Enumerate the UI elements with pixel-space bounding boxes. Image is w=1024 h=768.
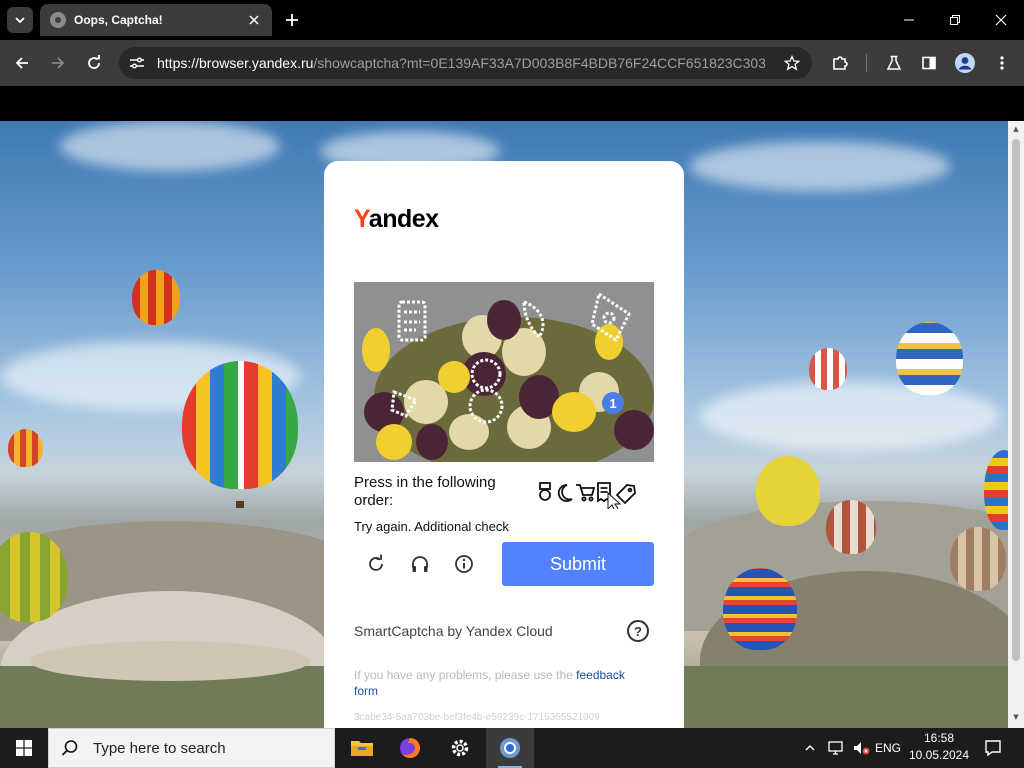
url-text: https://browser.yandex.ru/showcaptcha?mt… [157,55,765,71]
problems-text: If you have any problems, please use the… [354,667,644,699]
minimize-icon [904,19,914,21]
side-panel-icon [922,56,936,70]
gear-icon [451,739,469,757]
new-tab-button[interactable] [280,8,304,32]
selection-badge-number: 1 [609,396,616,411]
headphones-icon [412,556,428,572]
labs-button[interactable] [881,50,907,76]
firefox-icon [400,738,420,758]
captcha-card: Yandex 1 Press in the following order: T… [324,161,684,741]
taskbar-clock[interactable]: 16:58 10.05.2024 [906,730,972,764]
problems-prefix: If you have any problems, please use the [354,668,577,682]
menu-button[interactable] [989,50,1015,76]
plus-icon [286,14,298,26]
bookmark-star-icon[interactable] [782,53,802,73]
back-button[interactable] [9,50,35,76]
avatar-icon [955,53,975,73]
arrow-left-icon [15,57,28,69]
url-path: /showcaptcha?mt=0E139AF33A7D003B8F4BDB76… [313,55,765,71]
cart-icon [576,484,596,502]
clock-time: 16:58 [923,731,955,745]
start-button[interactable] [0,728,48,768]
tag-icon [615,484,636,505]
taskbar-chrome[interactable] [486,728,534,768]
close-window-button[interactable] [986,6,1016,34]
flower-bouquet-image: 1 [354,282,654,462]
puzzle-icon [833,56,848,70]
globe-icon [50,12,66,28]
medal-icon [539,482,551,501]
tab-title: Oops, Captcha! [74,13,163,27]
bookmarks-area [0,86,1024,121]
side-panel-button[interactable] [916,50,942,76]
yandex-logo: Yandex [354,205,439,234]
captcha-token: 3cabe34-5aa703be-bef3fe4b-e59239c-171536… [354,712,600,723]
smartcaptcha-brand: SmartCaptcha by Yandex Cloud [354,623,553,639]
restore-icon [950,15,960,25]
reload-button[interactable] [81,50,107,76]
chevron-up-icon [805,744,815,751]
folder-icon [351,741,373,756]
logo-rest: andex [368,205,439,233]
minimize-button[interactable] [894,6,924,34]
clock-date: 10.05.2024 [908,748,970,762]
page-scrollbar[interactable]: ▲ ▼ [1008,121,1024,728]
submit-button[interactable]: Submit [502,542,654,586]
chevron-down-icon [15,17,25,24]
language-indicator: ENG [874,741,901,755]
browser-toolbar: https://browser.yandex.ru/showcaptcha?mt… [0,40,1024,86]
tray-overflow-button[interactable] [800,728,820,768]
info-icon [455,555,473,573]
flask-icon [886,55,902,70]
tab-active[interactable]: Oops, Captcha! [40,4,272,36]
tab-strip: Oops, Captcha! [0,0,1024,40]
reload-icon [88,55,100,69]
close-tab-icon[interactable] [244,10,264,30]
more-vertical-icon [1000,56,1004,70]
taskbar-settings[interactable] [436,728,484,768]
refresh-captcha-button[interactable] [363,551,389,577]
tray-language[interactable]: ENG [872,728,904,768]
taskbar-file-explorer[interactable] [338,728,386,768]
captcha-instruction: Press in the following order: [354,474,496,509]
audio-captcha-button[interactable] [407,551,433,577]
moon-icon [557,484,573,502]
refresh-icon [369,554,383,571]
close-icon [995,14,1007,26]
network-icon [828,741,843,755]
windows-taskbar: Type here to search ENG 16:58 10.05.2024 [0,728,1024,768]
help-question-icon[interactable]: ? [627,620,649,642]
windows-logo-icon [16,740,32,756]
scroll-down-icon[interactable]: ▼ [1012,713,1020,721]
notification-icon [985,740,1001,757]
profile-button[interactable] [952,50,978,76]
url-host: https://browser.yandex.ru [157,55,314,71]
info-button[interactable] [451,551,477,577]
extensions-button[interactable] [827,50,853,76]
search-icon [61,740,78,756]
tab-search-button[interactable] [7,7,33,33]
captcha-status: Try again. Additional check [354,519,509,534]
notification-center-button[interactable] [978,728,1008,768]
taskbar-search-placeholder: Type here to search [93,739,226,757]
scroll-thumb[interactable] [1012,139,1020,661]
taskbar-search[interactable]: Type here to search [48,728,335,768]
forward-button[interactable] [45,50,71,76]
volume-muted-icon [854,742,870,755]
chrome-icon [500,738,520,758]
tray-volume[interactable] [850,728,872,768]
site-info-icon[interactable] [127,53,147,73]
toolbar-separator [866,54,867,72]
arrow-right-icon [52,57,65,69]
logo-letter: Y [354,205,369,233]
restore-button[interactable] [940,6,970,34]
taskbar-firefox[interactable] [386,728,434,768]
target-order-icons [534,479,644,512]
tray-network[interactable] [824,728,848,768]
scroll-up-icon[interactable]: ▲ [1012,125,1020,133]
captcha-image[interactable]: 1 [354,282,654,462]
address-bar[interactable]: https://browser.yandex.ru/showcaptcha?mt… [119,47,812,79]
